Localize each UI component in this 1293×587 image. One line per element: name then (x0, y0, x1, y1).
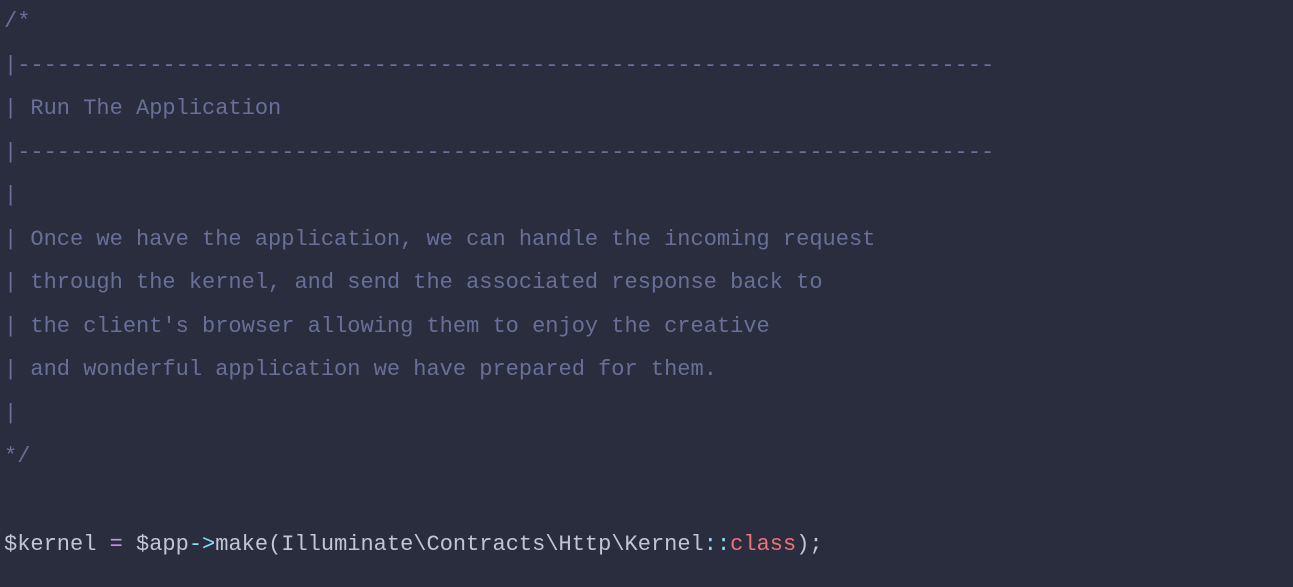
comment-line-8: | and wonderful application we have prep… (4, 357, 717, 382)
keyword-class: class (730, 532, 796, 557)
classname-kernel: Kernel (625, 532, 704, 557)
semicolon: ; (809, 532, 822, 557)
namespace-http: Http (559, 532, 612, 557)
variable-app: $app (136, 532, 189, 557)
comment-line-7: | the client's browser allowing them to … (4, 314, 770, 339)
comment-open: /* (4, 9, 30, 34)
comment-line-9: | (4, 401, 17, 426)
namespace-sep-2: \ (545, 532, 558, 557)
comment-line-4: | (4, 183, 17, 208)
right-paren: ) (796, 532, 809, 557)
comment-line-6: | through the kernel, and send the assoc… (4, 270, 823, 295)
comment-line-5: | Once we have the application, we can h… (4, 227, 875, 252)
comment-line-2: | Run The Application (4, 96, 281, 121)
variable-kernel: $kernel (4, 532, 96, 557)
method-make: make (215, 532, 268, 557)
equals-operator: = (96, 532, 136, 557)
comment-line-1: |---------------------------------------… (4, 53, 994, 78)
arrow-operator: -> (189, 532, 215, 557)
namespace-contracts: Contracts (427, 532, 546, 557)
scope-operator: :: (704, 532, 730, 557)
namespace-illuminate: Illuminate (281, 532, 413, 557)
comment-line-3: |---------------------------------------… (4, 140, 994, 165)
comment-close: */ (4, 444, 30, 469)
left-paren: ( (268, 532, 281, 557)
namespace-sep-1: \ (413, 532, 426, 557)
namespace-sep-3: \ (611, 532, 624, 557)
code-editor-content[interactable]: /* |------------------------------------… (0, 0, 1293, 566)
